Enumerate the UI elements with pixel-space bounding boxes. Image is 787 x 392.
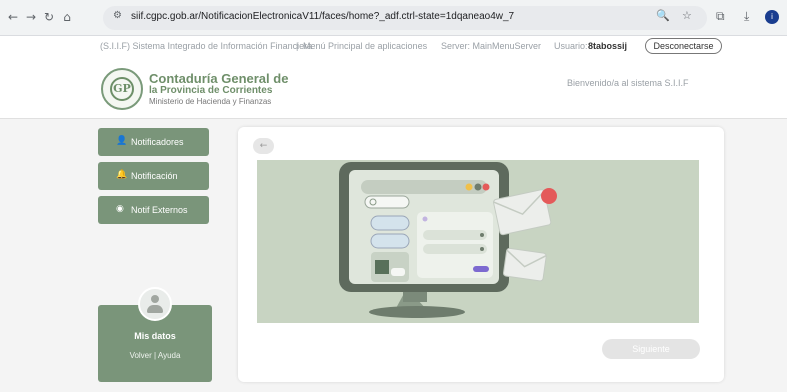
next-button[interactable]: Siguiente xyxy=(602,339,700,359)
back-arrow-icon[interactable]: ← xyxy=(4,8,22,26)
back-button[interactable]: ← xyxy=(253,138,274,154)
help-link[interactable]: Ayuda xyxy=(158,351,181,360)
user-label: Usuario: xyxy=(554,41,588,51)
envelope-small xyxy=(502,247,547,282)
server-label: Server: MainMenuServer xyxy=(441,41,542,51)
profile-avatar[interactable]: i xyxy=(765,10,779,24)
browser-toolbar: ← → ↻ ⌂ ⚙ siif.cgpc.gob.ar/NotificacionE… xyxy=(0,0,787,36)
sidebar-item-notificadores[interactable]: 👤 Notificadores xyxy=(98,128,209,156)
notification-badge xyxy=(541,188,557,204)
sidebar-item-label: Notificación xyxy=(131,171,178,181)
system-name: (S.I.I.F) Sistema Integrado de Informaci… xyxy=(100,41,313,51)
extensions-icon[interactable]: ⧉ xyxy=(716,9,725,24)
notification-illustration xyxy=(257,160,699,323)
org-name-line2: la Provincia de Corrientes xyxy=(149,85,273,96)
home-icon[interactable]: ⌂ xyxy=(58,8,76,26)
window-dot-red xyxy=(482,183,490,191)
panel-row-1 xyxy=(423,230,487,240)
links-separator: | xyxy=(154,351,157,360)
user-name: 8tabossij xyxy=(588,41,628,51)
site-info-icon[interactable]: ⚙ xyxy=(113,10,122,21)
arrow-left-icon: ← xyxy=(259,141,268,151)
avatar-head xyxy=(151,295,159,303)
panel-row-2-dot xyxy=(480,247,484,251)
zoom-icon[interactable]: 🔍 xyxy=(656,9,670,22)
org-name-line1: Contaduría General de xyxy=(149,71,289,86)
search-pill xyxy=(364,195,410,209)
user-icon: 👤 xyxy=(116,136,128,146)
logo-emblem: GP xyxy=(110,77,134,101)
forward-arrow-icon[interactable]: → xyxy=(22,8,40,26)
panel-dot xyxy=(422,216,428,222)
download-icon[interactable]: ⤓ xyxy=(744,9,749,24)
panel-row-2 xyxy=(423,244,487,254)
avatar-body xyxy=(147,305,163,313)
window-dot-gray xyxy=(474,183,482,191)
list-item-2 xyxy=(370,233,410,249)
my-data-title[interactable]: Mis datos xyxy=(98,331,212,341)
profile-links: Volver | Ayuda xyxy=(98,351,212,360)
org-logo: GP xyxy=(101,68,143,110)
address-bar[interactable]: ⚙ siif.cgpc.gob.ar/NotificacionElectroni… xyxy=(103,6,707,30)
list-item-1 xyxy=(370,215,410,231)
panel-row-1-dot xyxy=(480,233,484,237)
monitor-stand-base xyxy=(369,306,465,318)
window-dot-yellow xyxy=(465,183,473,191)
image-card-thumb xyxy=(375,260,389,274)
bookmark-star-icon[interactable]: ☆ xyxy=(682,9,692,22)
main-menu-link[interactable]: Menú Principal de aplicaciones xyxy=(303,41,427,51)
avatar xyxy=(138,287,172,321)
sidebar-item-notificacion[interactable]: 🔔 Notificación xyxy=(98,162,209,190)
org-ministry: Ministerio de Hacienda y Finanzas xyxy=(149,97,272,106)
sidebar-item-label: Notificadores xyxy=(131,137,184,147)
topbar-separator: | xyxy=(296,41,299,51)
sidebar-item-label: Notif Externos xyxy=(131,205,188,215)
back-link[interactable]: Volver xyxy=(130,351,152,360)
sidebar-item-notif-externos[interactable]: ◉ Notif Externos xyxy=(98,196,209,224)
welcome-text: Bienvenido/a al sistema S.I.I.F xyxy=(567,78,689,88)
reload-icon[interactable]: ↻ xyxy=(40,8,58,26)
url-text[interactable]: siif.cgpc.gob.ar/NotificacionElectronica… xyxy=(131,11,514,22)
circle-icon: ◉ xyxy=(116,204,124,214)
bell-icon: 🔔 xyxy=(116,170,128,180)
image-card-tag xyxy=(391,268,405,276)
logout-button[interactable]: Desconectarse xyxy=(645,38,722,54)
panel-button xyxy=(473,266,489,272)
